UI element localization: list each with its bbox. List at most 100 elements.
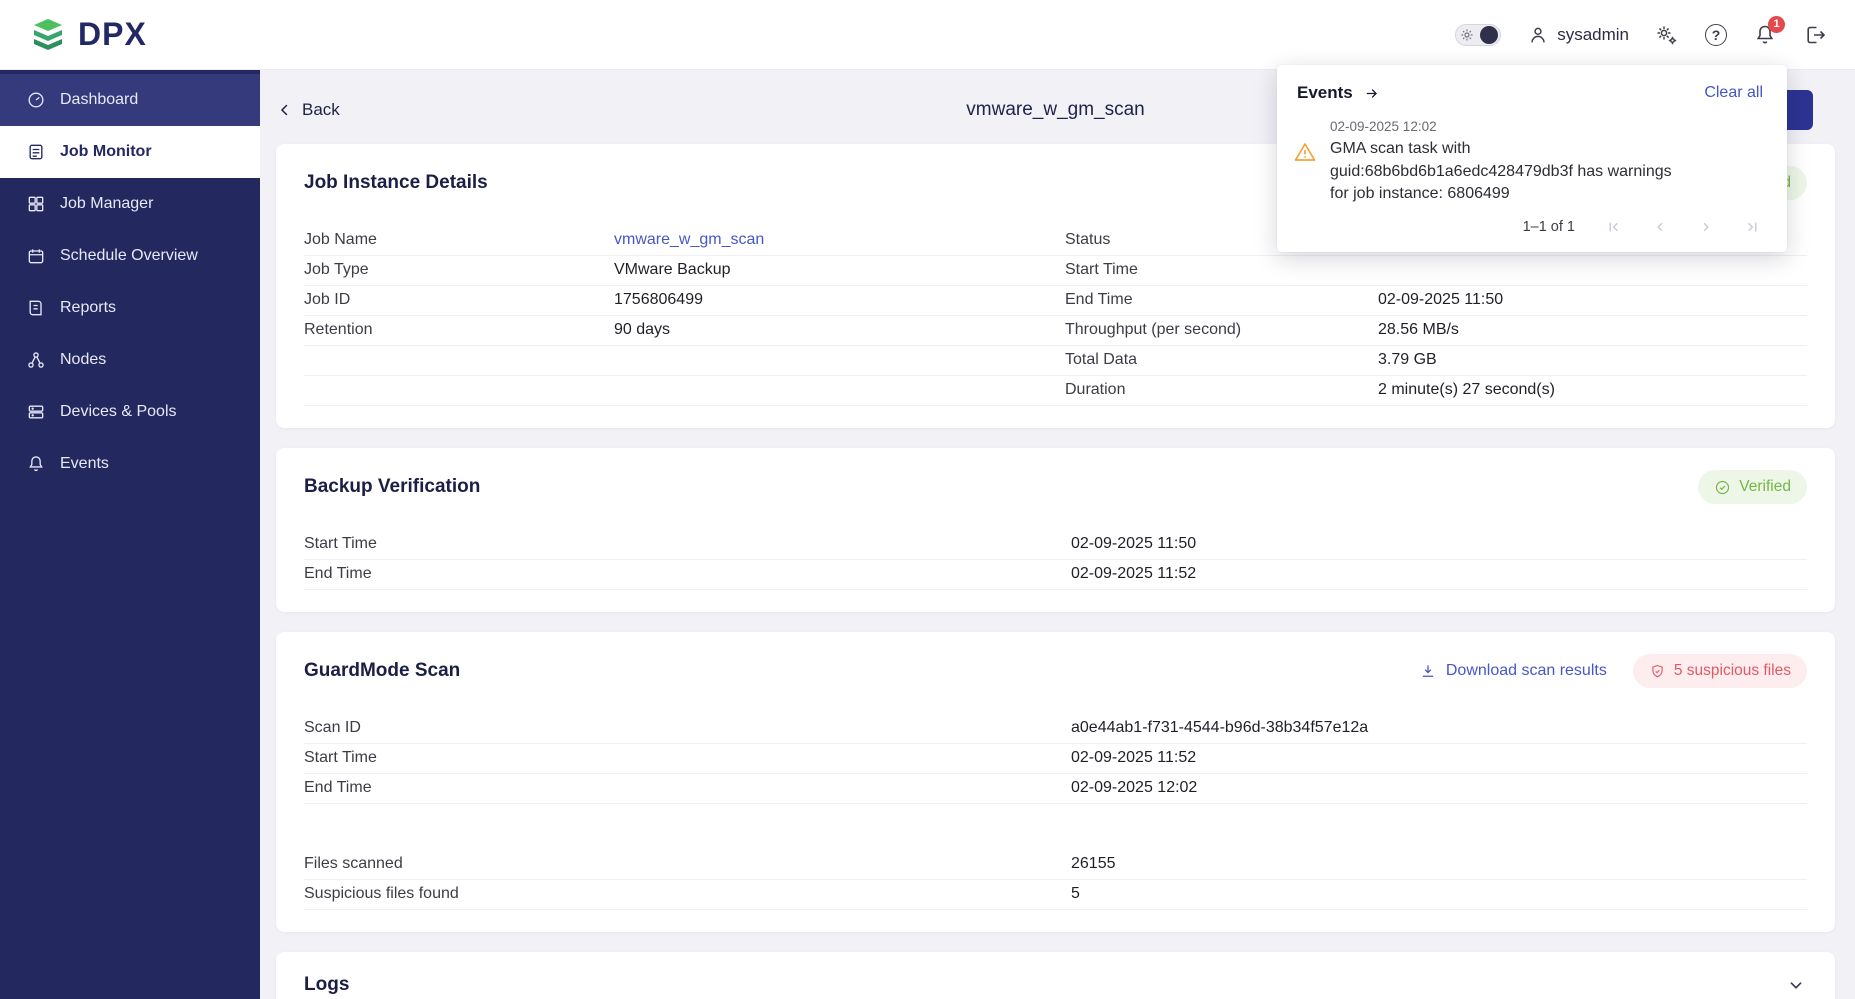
card-title: Backup Verification [304,476,480,498]
logout-button[interactable] [1803,23,1827,47]
first-page-icon[interactable] [1605,218,1623,236]
job-monitor-icon [26,142,46,162]
chevron-down-icon[interactable] [1785,974,1807,996]
download-scan-results-link[interactable]: Download scan results [1419,662,1607,680]
field-label: Job Type [304,261,614,279]
brand-name: DPX [78,16,147,53]
sidebar-item-label: Events [60,455,109,473]
field-label: Duration [1065,381,1378,399]
event-message-line: for job instance: 6806499 [1330,183,1672,206]
event-timestamp: 02-09-2025 12:02 [1330,119,1672,134]
guardmode-scan-card: GuardMode Scan Download scan results [276,632,1835,932]
help-button[interactable]: ? [1705,24,1727,46]
field-value: 26155 [1071,855,1807,873]
gear-icon [1460,28,1474,42]
shield-icon [1649,663,1666,680]
back-button[interactable]: Back [276,100,340,120]
field-label: Job ID [304,291,614,309]
sidebar-item-label: Dashboard [60,91,138,109]
devices-icon [26,402,46,422]
table-row: Job Type VMware Backup Start Time [304,256,1807,286]
backup-verification-header: Backup Verification Verified [304,470,1807,504]
calendar-icon [26,246,46,266]
clear-all-button[interactable]: Clear all [1704,84,1763,102]
events-title: Events [1297,83,1353,103]
topbar-actions: sysadmin ? [1455,23,1827,47]
dpx-logo-icon [28,15,68,55]
field-value: 28.56 MB/s [1378,321,1807,339]
suspicious-files-badge[interactable]: 5 suspicious files [1633,654,1807,688]
job-name-link[interactable]: vmware_w_gm_scan [614,231,1065,249]
sidebar-item-label: Nodes [60,351,106,369]
events-icon [26,454,46,474]
sidebar-item-label: Schedule Overview [60,247,198,265]
suspicious-files-label: 5 suspicious files [1674,662,1791,680]
top-bar: DPX sysadmin [0,0,1855,70]
field-label: Throughput (per second) [1065,321,1378,339]
event-list-item[interactable]: 02-09-2025 12:02 GMA scan task with guid… [1277,103,1787,210]
last-page-icon[interactable] [1743,218,1761,236]
pagination-buttons [1605,218,1761,236]
table-row: End Time 02-09-2025 11:52 [304,560,1807,590]
field-value: VMware Backup [614,261,1065,279]
field-value: 1756806499 [614,291,1065,309]
username: sysadmin [1557,25,1629,45]
notifications-button[interactable]: 1 [1753,23,1777,47]
download-icon [1419,662,1437,680]
dashboard-icon [26,90,46,110]
sidebar-item-nodes[interactable]: Nodes [0,334,260,386]
row-spacer [304,804,1807,850]
job-manager-icon [26,194,46,214]
event-body: 02-09-2025 12:02 GMA scan task with guid… [1330,119,1672,206]
sidebar-item-reports[interactable]: Reports [0,282,260,334]
field-label: Total Data [1065,351,1378,369]
prev-page-icon[interactable] [1651,218,1669,236]
event-message-line: guid:68b6bd6b1a6edc428479db3f has warnin… [1330,161,1672,184]
warning-triangle-icon [1293,140,1317,206]
sidebar-item-dashboard[interactable]: Dashboard [0,74,260,126]
sidebar-item-events[interactable]: Events [0,438,260,490]
event-message: GMA scan task with guid:68b6bd6b1a6edc42… [1330,138,1672,206]
table-row: Duration 2 minute(s) 27 second(s) [304,376,1807,406]
pagination-range: 1–1 of 1 [1523,219,1575,235]
user-icon [1527,24,1549,46]
field-label: Start Time [304,535,1071,553]
backup-verification-card: Backup Verification Verified [276,448,1835,612]
field-label: Start Time [304,749,1071,767]
notification-count-badge: 1 [1768,16,1785,33]
field-label: Retention [304,321,614,339]
user-menu[interactable]: sysadmin [1527,24,1629,46]
table-row: Files scanned 26155 [304,850,1807,880]
verified-badge-label: Verified [1739,478,1791,496]
sidebar-item-schedule-overview[interactable]: Schedule Overview [0,230,260,282]
field-label: Scan ID [304,719,1071,737]
events-pagination: 1–1 of 1 [1277,210,1787,244]
chevron-left-icon [276,101,294,119]
field-value: a0e44ab1-f731-4544-b96d-38b34f57e12a [1071,719,1807,737]
settings-button[interactable] [1655,23,1679,47]
sidebar-item-label: Job Manager [60,195,153,213]
sidebar-item-label: Job Monitor [60,143,152,161]
verified-badge: Verified [1698,470,1807,504]
sidebar-item-label: Reports [60,299,116,317]
field-label: End Time [304,565,1071,583]
table-row: Start Time 02-09-2025 11:52 [304,744,1807,774]
table-row: Total Data 3.79 GB [304,346,1807,376]
field-label: End Time [1065,291,1378,309]
card-title: Job Instance Details [304,172,488,194]
theme-toggle[interactable] [1455,24,1501,46]
table-row: End Time 02-09-2025 12:02 [304,774,1807,804]
sidebar-item-job-manager[interactable]: Job Manager [0,178,260,230]
field-value: 5 [1071,885,1807,903]
table-row: Scan ID a0e44ab1-f731-4544-b96d-38b34f57… [304,714,1807,744]
events-popover: Events Clear all 02-09-2025 12:02 [1277,65,1787,252]
event-message-line: GMA scan task with [1330,138,1672,161]
field-label: Suspicious files found [304,885,1071,903]
sidebar-item-devices-pools[interactable]: Devices & Pools [0,386,260,438]
sidebar-item-job-monitor[interactable]: Job Monitor [0,126,260,178]
field-value: 02-09-2025 12:02 [1071,779,1807,797]
dpx-logo[interactable]: DPX [28,15,147,55]
events-popover-title-link[interactable]: Events [1297,83,1381,103]
next-page-icon[interactable] [1697,218,1715,236]
help-icon: ? [1705,24,1727,46]
